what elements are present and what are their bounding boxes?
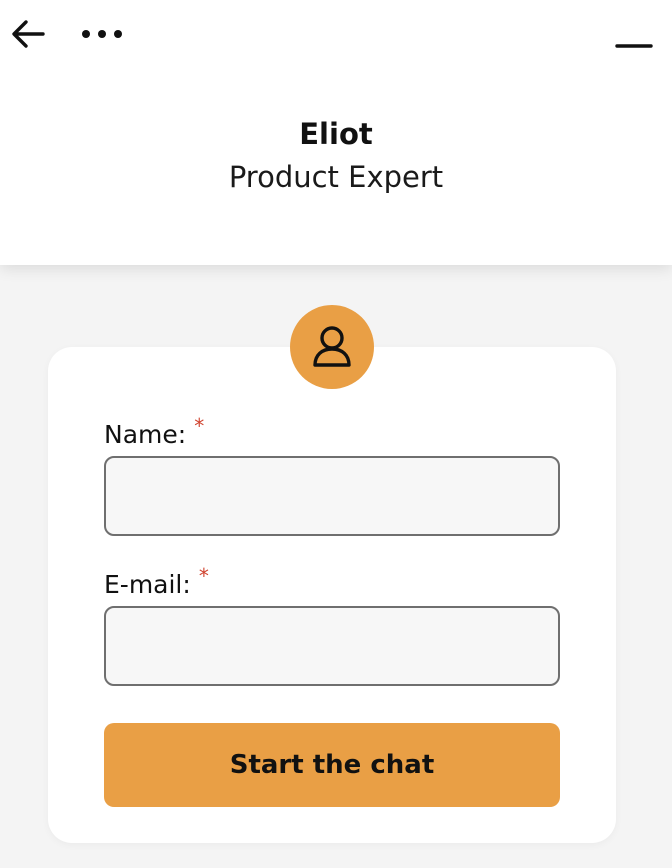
minimize-icon bbox=[615, 44, 653, 48]
agent-name: Eliot bbox=[299, 117, 373, 151]
arrow-left-icon bbox=[12, 20, 45, 48]
name-label-text: Name: bbox=[104, 420, 187, 449]
email-required-marker: * bbox=[198, 564, 209, 588]
minimize-button[interactable] bbox=[610, 24, 658, 68]
chat-header: Eliot Product Expert bbox=[0, 0, 672, 265]
back-button[interactable] bbox=[6, 12, 50, 56]
email-label-text: E-mail: bbox=[104, 570, 191, 599]
more-horizontal-icon bbox=[82, 30, 122, 38]
name-input[interactable] bbox=[104, 456, 560, 536]
name-required-marker: * bbox=[194, 414, 205, 438]
name-label: Name: * bbox=[104, 410, 204, 451]
agent-role: Product Expert bbox=[228, 160, 444, 194]
user-icon bbox=[313, 326, 351, 367]
more-options-button[interactable] bbox=[78, 14, 126, 54]
prechat-form: Name: * E-mail: * Start the chat bbox=[48, 347, 616, 843]
email-input[interactable] bbox=[104, 606, 560, 686]
start-chat-button[interactable]: Start the chat bbox=[104, 723, 560, 807]
agent-avatar bbox=[290, 305, 374, 389]
email-label: E-mail: * bbox=[104, 560, 209, 601]
